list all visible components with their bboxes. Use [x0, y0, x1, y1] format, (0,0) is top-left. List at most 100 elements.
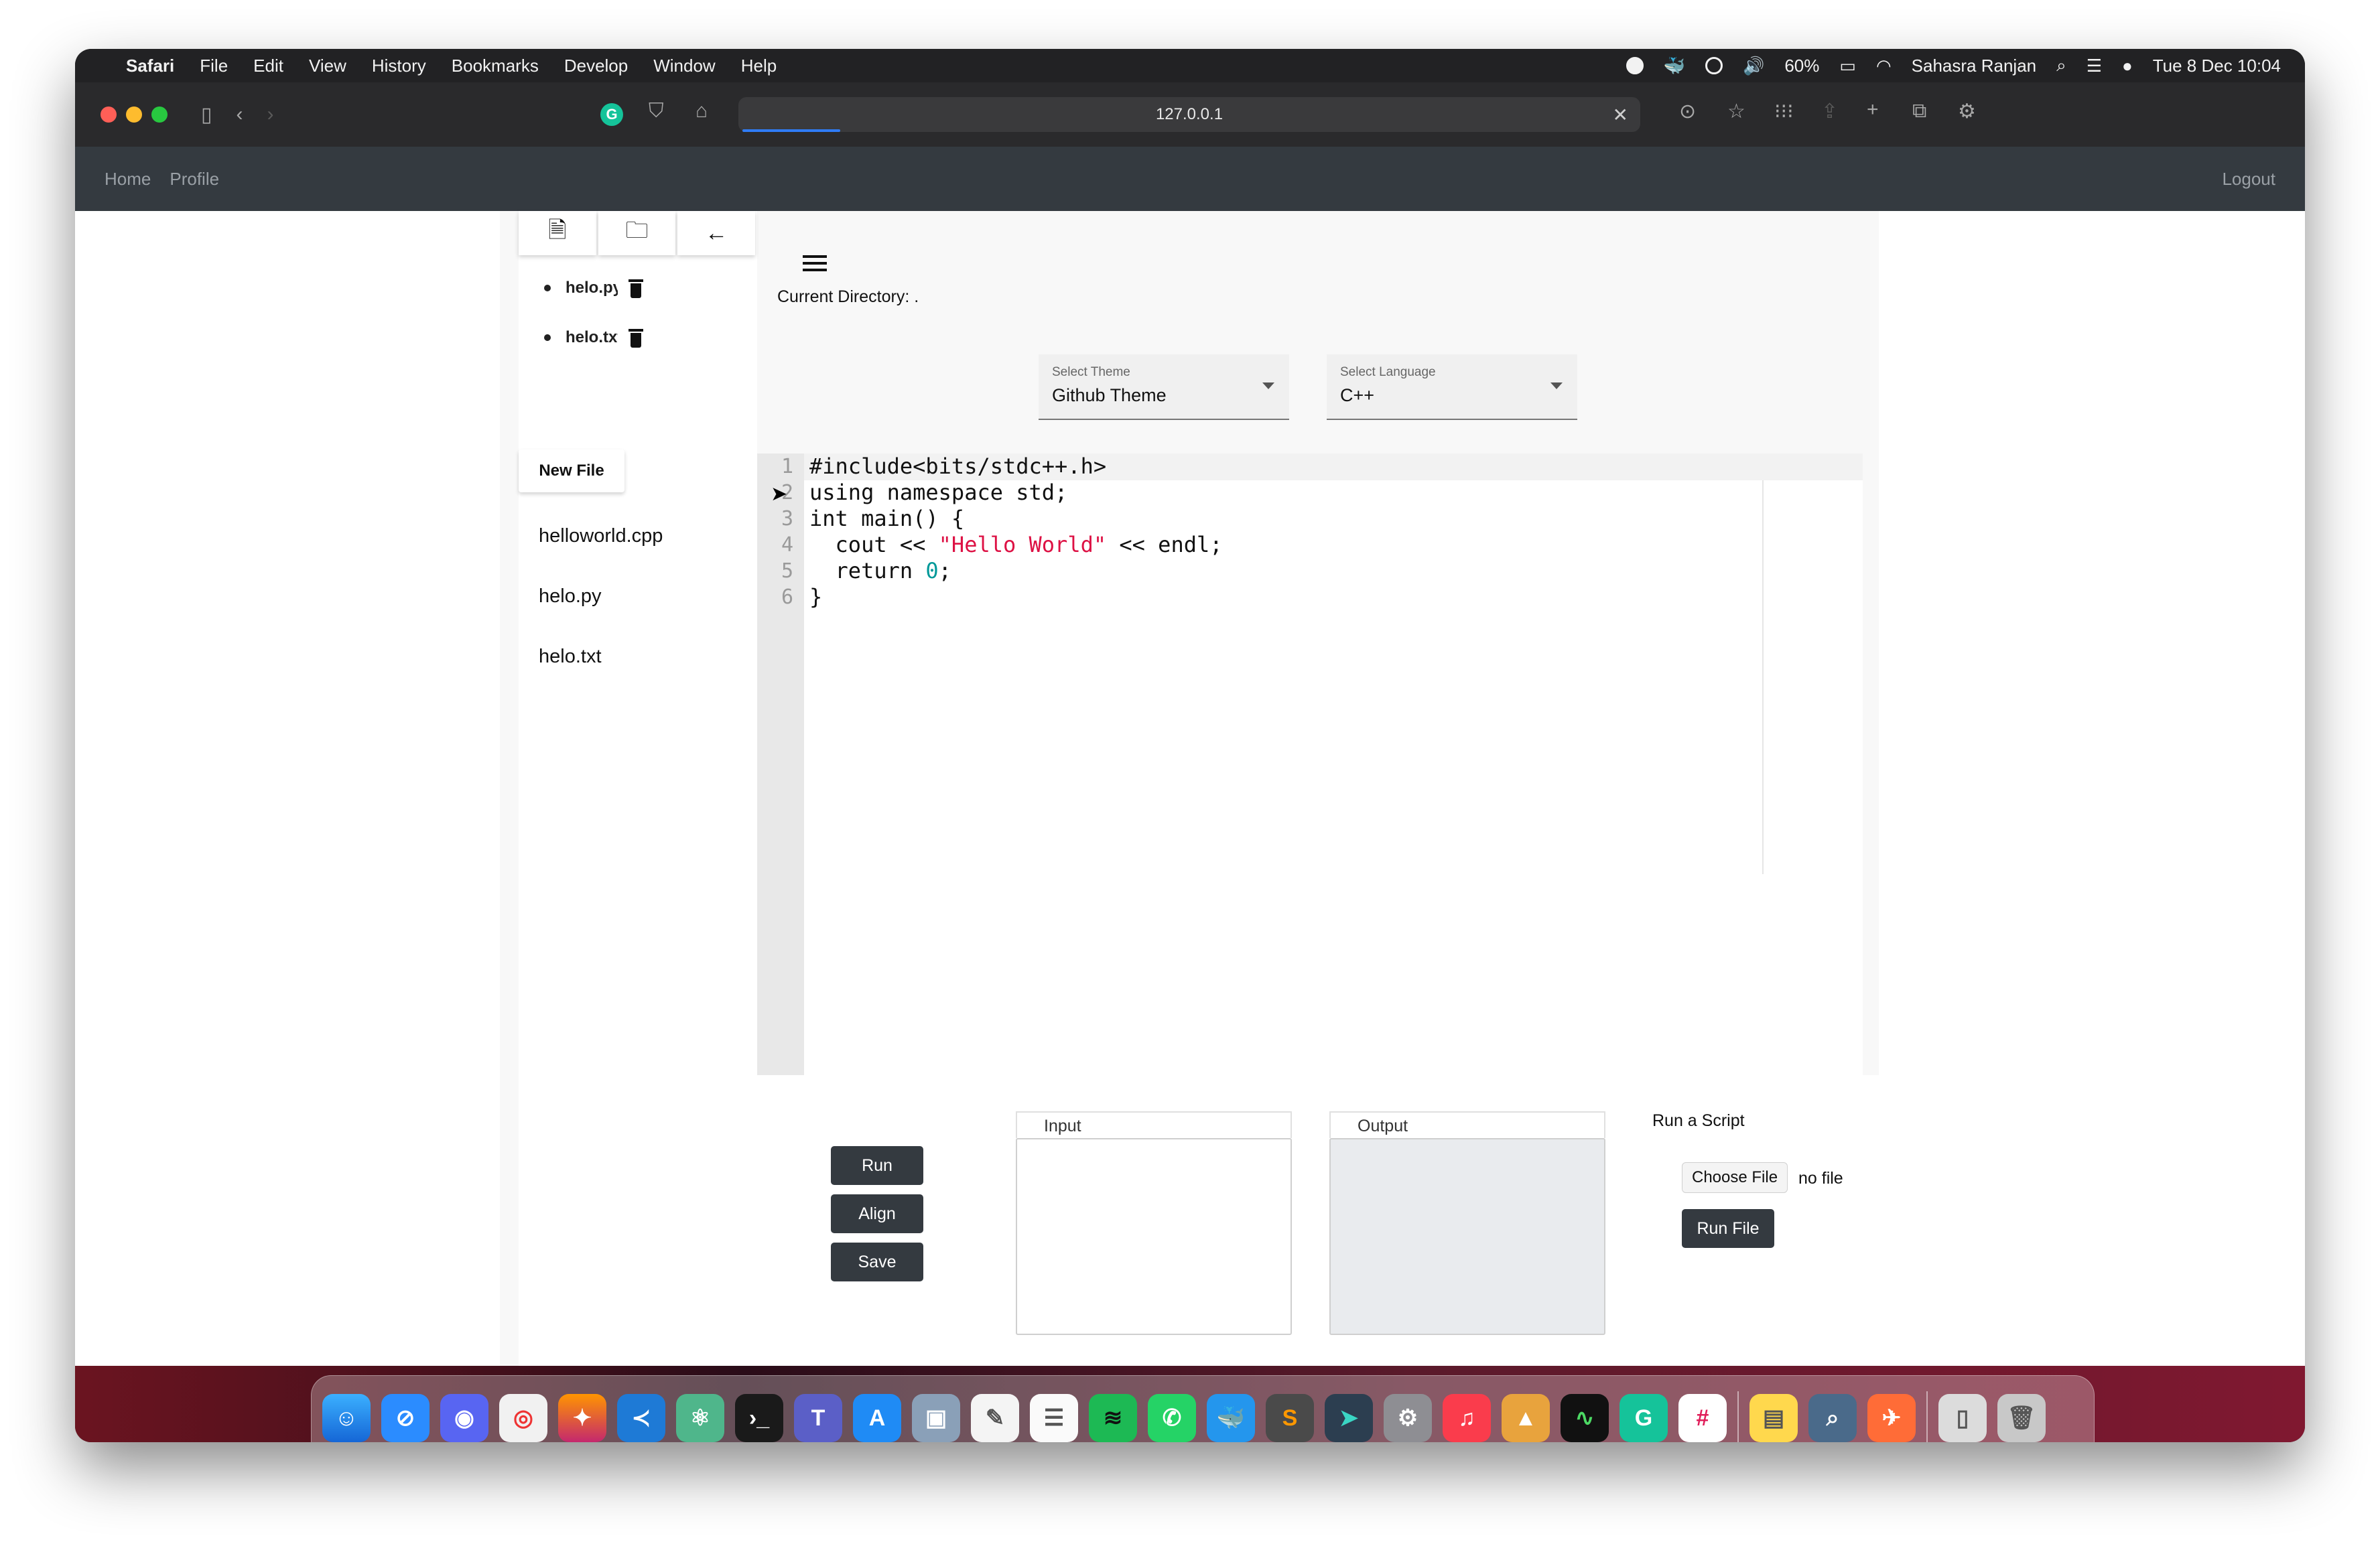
save-button[interactable]: Save: [831, 1243, 923, 1281]
terminal-icon[interactable]: ›_: [735, 1394, 783, 1442]
file-list-item[interactable]: helo.py: [539, 566, 663, 626]
file-tree: helo.py helo.txt: [544, 263, 643, 362]
postman-icon[interactable]: ✈: [1867, 1394, 1916, 1442]
notes-icon[interactable]: ▤: [1749, 1394, 1798, 1442]
tree-item-name[interactable]: helo.txt: [566, 328, 618, 347]
grammarly-extension-icon[interactable]: G: [600, 103, 623, 126]
run-button[interactable]: Run: [831, 1146, 923, 1185]
favorites-grid-icon[interactable]: ⁝⁝⁝: [1774, 100, 1794, 123]
home-icon[interactable]: ⌂: [696, 100, 708, 123]
logout-link[interactable]: Logout: [2222, 169, 2275, 190]
input-label: Input: [1016, 1111, 1292, 1138]
menu-develop[interactable]: Develop: [564, 56, 628, 76]
battery-icon[interactable]: ▭: [1839, 56, 1856, 76]
downloads-icon[interactable]: ⊙: [1679, 100, 1696, 123]
file-list-item[interactable]: helloworld.cpp: [539, 506, 663, 566]
menu-app-name[interactable]: Safari: [126, 56, 174, 76]
prompt-icon[interactable]: ➤: [1325, 1394, 1373, 1442]
trash-icon[interactable]: 🗑: [1997, 1394, 2046, 1442]
spotlight-icon[interactable]: ⌕: [2056, 55, 2066, 76]
new-file-icon[interactable]: 🗎: [519, 211, 596, 255]
tree-item[interactable]: helo.py: [544, 263, 643, 313]
theme-select[interactable]: Select Theme Github Theme: [1039, 354, 1289, 420]
bookmark-star-icon[interactable]: ☆: [1727, 100, 1745, 123]
line-number: 1: [781, 455, 793, 478]
teams-icon[interactable]: T: [794, 1394, 842, 1442]
forward-icon[interactable]: ›: [267, 103, 274, 126]
back-icon[interactable]: ‹: [237, 103, 243, 126]
menu-window[interactable]: Window: [653, 56, 715, 76]
code-editor[interactable]: 1 #include<bits/stdc++.h> 2 using namesp…: [757, 453, 1863, 1075]
finder-search-icon[interactable]: ⌕: [1808, 1394, 1857, 1442]
line-text: int main() {: [809, 506, 965, 531]
documents-folder-icon[interactable]: ▯: [1938, 1394, 1987, 1442]
share-icon[interactable]: ⇪: [1821, 100, 1838, 123]
atom-icon[interactable]: ⚛: [676, 1394, 724, 1442]
hamburger-menu-icon[interactable]: [803, 255, 827, 271]
battery-percent[interactable]: 60%: [1784, 56, 1819, 76]
tree-item-name[interactable]: helo.py: [566, 279, 618, 297]
volume-icon[interactable]: 🔊: [1743, 56, 1764, 76]
minimize-window-icon[interactable]: [126, 107, 142, 123]
settings-gear-icon[interactable]: ⚙: [1958, 100, 1976, 123]
vscode-icon[interactable]: ≺: [617, 1394, 665, 1442]
nav-profile-link[interactable]: Profile: [170, 169, 219, 190]
app-store-icon[interactable]: A: [853, 1394, 901, 1442]
music-icon[interactable]: ♫: [1443, 1394, 1491, 1442]
menu-edit[interactable]: Edit: [253, 56, 283, 76]
safari-icon[interactable]: ⊘: [381, 1394, 429, 1442]
firefox-icon[interactable]: ✦: [558, 1394, 606, 1442]
back-arrow-icon[interactable]: ←: [677, 211, 756, 255]
file-list-item[interactable]: helo.txt: [539, 626, 663, 687]
menu-bookmarks[interactable]: Bookmarks: [452, 56, 539, 76]
nav-home-link[interactable]: Home: [105, 169, 151, 190]
reminders-icon[interactable]: ☰: [1030, 1394, 1078, 1442]
sidebar-toggle-icon[interactable]: ▯: [201, 103, 212, 127]
run-file-button[interactable]: Run File: [1682, 1209, 1774, 1248]
system-settings-icon[interactable]: ⚙: [1384, 1394, 1432, 1442]
discord-icon[interactable]: ◉: [440, 1394, 488, 1442]
macos-menubar: Safari File Edit View History Bookmarks …: [75, 49, 2305, 82]
siri-icon[interactable]: ●: [2122, 56, 2133, 76]
preview-icon[interactable]: ▣: [912, 1394, 960, 1442]
docker-status-icon[interactable]: 🐳: [1664, 56, 1685, 76]
tab-overview-icon[interactable]: ⧉: [1912, 100, 1926, 123]
finder-icon[interactable]: ☺: [322, 1394, 371, 1442]
stop-loading-icon[interactable]: ✕: [1613, 104, 1628, 126]
control-center-icon[interactable]: ☰: [2087, 56, 2102, 76]
zoom-window-icon[interactable]: [151, 107, 168, 123]
whatsapp-icon[interactable]: ✆: [1148, 1394, 1196, 1442]
choose-file-button[interactable]: Choose File: [1682, 1162, 1788, 1193]
menubar-user[interactable]: Sahasra Ranjan: [1912, 56, 2036, 76]
tree-item[interactable]: helo.txt: [544, 313, 643, 362]
menubar-clock[interactable]: Tue 8 Dec 10:04: [2153, 56, 2281, 76]
input-textarea[interactable]: [1016, 1138, 1292, 1335]
spotify-icon[interactable]: ≋: [1089, 1394, 1137, 1442]
chrome-icon[interactable]: ◎: [499, 1394, 547, 1442]
sublime-icon[interactable]: S: [1266, 1394, 1314, 1442]
new-folder-icon[interactable]: 🗀: [598, 211, 676, 255]
grammarly-icon[interactable]: G: [1619, 1394, 1668, 1442]
matlab-icon[interactable]: ▲: [1502, 1394, 1550, 1442]
play-icon[interactable]: [1705, 57, 1723, 74]
menu-help[interactable]: Help: [741, 56, 777, 76]
privacy-shield-icon[interactable]: ⛉: [649, 100, 664, 123]
menu-view[interactable]: View: [309, 56, 346, 76]
menu-file[interactable]: File: [200, 56, 228, 76]
sidebar-toolbar: 🗎 🗀 ←: [519, 211, 757, 255]
wifi-icon[interactable]: ◠: [1876, 56, 1892, 76]
new-file-button[interactable]: New File: [519, 449, 624, 492]
delete-trash-icon[interactable]: [629, 278, 643, 298]
slack-icon[interactable]: #: [1678, 1394, 1727, 1442]
align-button[interactable]: Align: [831, 1194, 923, 1233]
docker-icon[interactable]: 🐳: [1207, 1394, 1255, 1442]
language-select[interactable]: Select Language C++: [1327, 354, 1577, 420]
address-bar[interactable]: 127.0.0.1 ✕: [738, 97, 1640, 132]
record-icon[interactable]: [1626, 57, 1644, 74]
new-tab-icon[interactable]: +: [1867, 98, 1879, 121]
textedit-icon[interactable]: ✎: [971, 1394, 1019, 1442]
delete-trash-icon[interactable]: [629, 328, 643, 348]
close-window-icon[interactable]: [101, 107, 117, 123]
activity-monitor-icon[interactable]: ∿: [1561, 1394, 1609, 1442]
menu-history[interactable]: History: [372, 56, 426, 76]
